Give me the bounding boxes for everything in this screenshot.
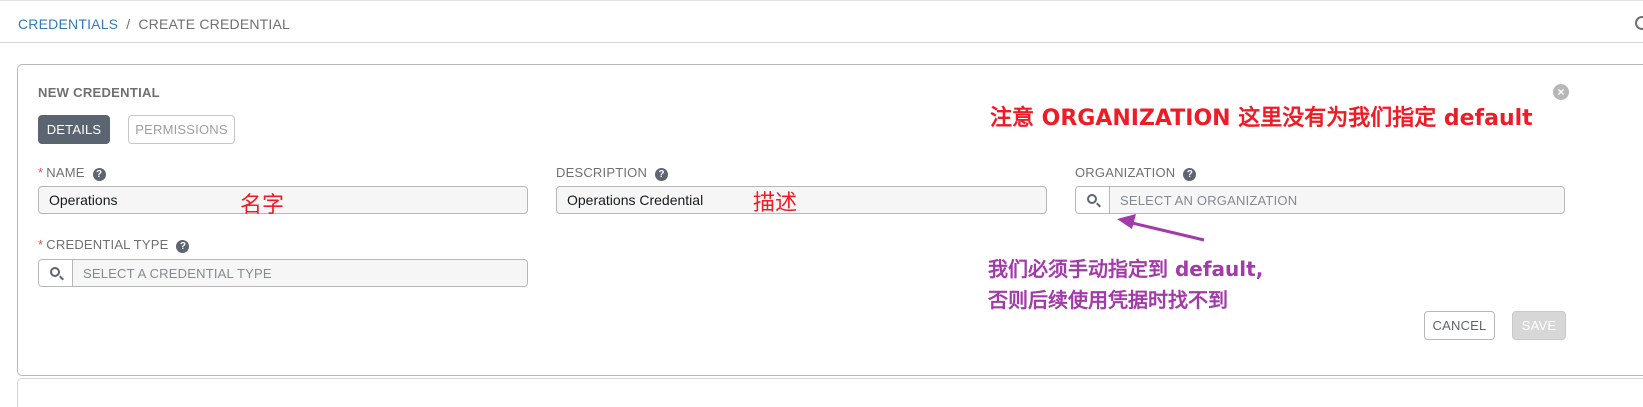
- search-icon: [50, 267, 60, 277]
- organization-note-annotation: 注意 ORGANIZATION 这里没有为我们指定 default: [990, 106, 1533, 131]
- help-icon[interactable]: ?: [1183, 168, 1197, 181]
- description-input[interactable]: Operations Credential: [556, 186, 1047, 214]
- must-select-annotation-line2: 否则后续使用凭据时找不到: [988, 288, 1228, 312]
- description-annotation: 描述: [753, 191, 798, 216]
- breadcrumb-separator: /: [126, 16, 131, 32]
- organization-placeholder: SELECT AN ORGANIZATION: [1120, 193, 1298, 208]
- close-icon[interactable]: ×: [1553, 84, 1569, 100]
- name-annotation: 名字: [240, 193, 285, 218]
- organization-label: ORGANIZATION?: [1075, 165, 1197, 181]
- organization-lookup[interactable]: SELECT AN ORGANIZATION: [1075, 186, 1565, 214]
- search-icon: [1087, 194, 1097, 204]
- tab-details[interactable]: DETAILS: [38, 115, 110, 144]
- tab-permissions[interactable]: PERMISSIONS: [128, 115, 235, 144]
- credential-type-label-text: CREDENTIAL TYPE: [46, 237, 169, 252]
- name-label-text: NAME: [46, 165, 85, 180]
- organization-label-text: ORGANIZATION: [1075, 165, 1176, 180]
- help-icon[interactable]: ?: [176, 240, 190, 253]
- description-label: DESCRIPTION?: [556, 165, 669, 181]
- help-icon[interactable]: ?: [655, 168, 669, 181]
- name-label: * NAME?: [38, 165, 106, 181]
- required-mark: *: [38, 237, 44, 252]
- description-label-text: DESCRIPTION: [556, 165, 648, 180]
- breadcrumb-current: CREATE CREDENTIAL: [138, 16, 291, 32]
- help-icon[interactable]: ?: [92, 168, 106, 181]
- credential-type-search-button[interactable]: [39, 260, 73, 286]
- organization-search-button[interactable]: [1076, 187, 1110, 213]
- credential-type-label: * CREDENTIAL TYPE?: [38, 237, 190, 253]
- credential-type-lookup[interactable]: SELECT A CREDENTIAL TYPE: [38, 259, 528, 287]
- breadcrumb-credentials-link[interactable]: CREDENTIALS: [18, 16, 118, 32]
- lower-panel: [17, 378, 1643, 407]
- credential-type-placeholder: SELECT A CREDENTIAL TYPE: [83, 266, 272, 281]
- breadcrumb: CREDENTIALS / CREATE CREDENTIAL: [18, 16, 290, 32]
- partial-edge-icon: [1635, 16, 1643, 30]
- card-title: NEW CREDENTIAL: [38, 85, 160, 100]
- page: CREDENTIALS / CREATE CREDENTIAL NEW CREDEN…: [0, 0, 1643, 407]
- must-select-annotation-line1: 我们必须手动指定到 default,: [988, 257, 1264, 281]
- save-button[interactable]: SAVE: [1512, 311, 1566, 340]
- required-mark: *: [38, 165, 44, 180]
- cancel-button[interactable]: CANCEL: [1424, 311, 1495, 340]
- breadcrumb-bar: CREDENTIALS / CREATE CREDENTIAL: [0, 0, 1643, 43]
